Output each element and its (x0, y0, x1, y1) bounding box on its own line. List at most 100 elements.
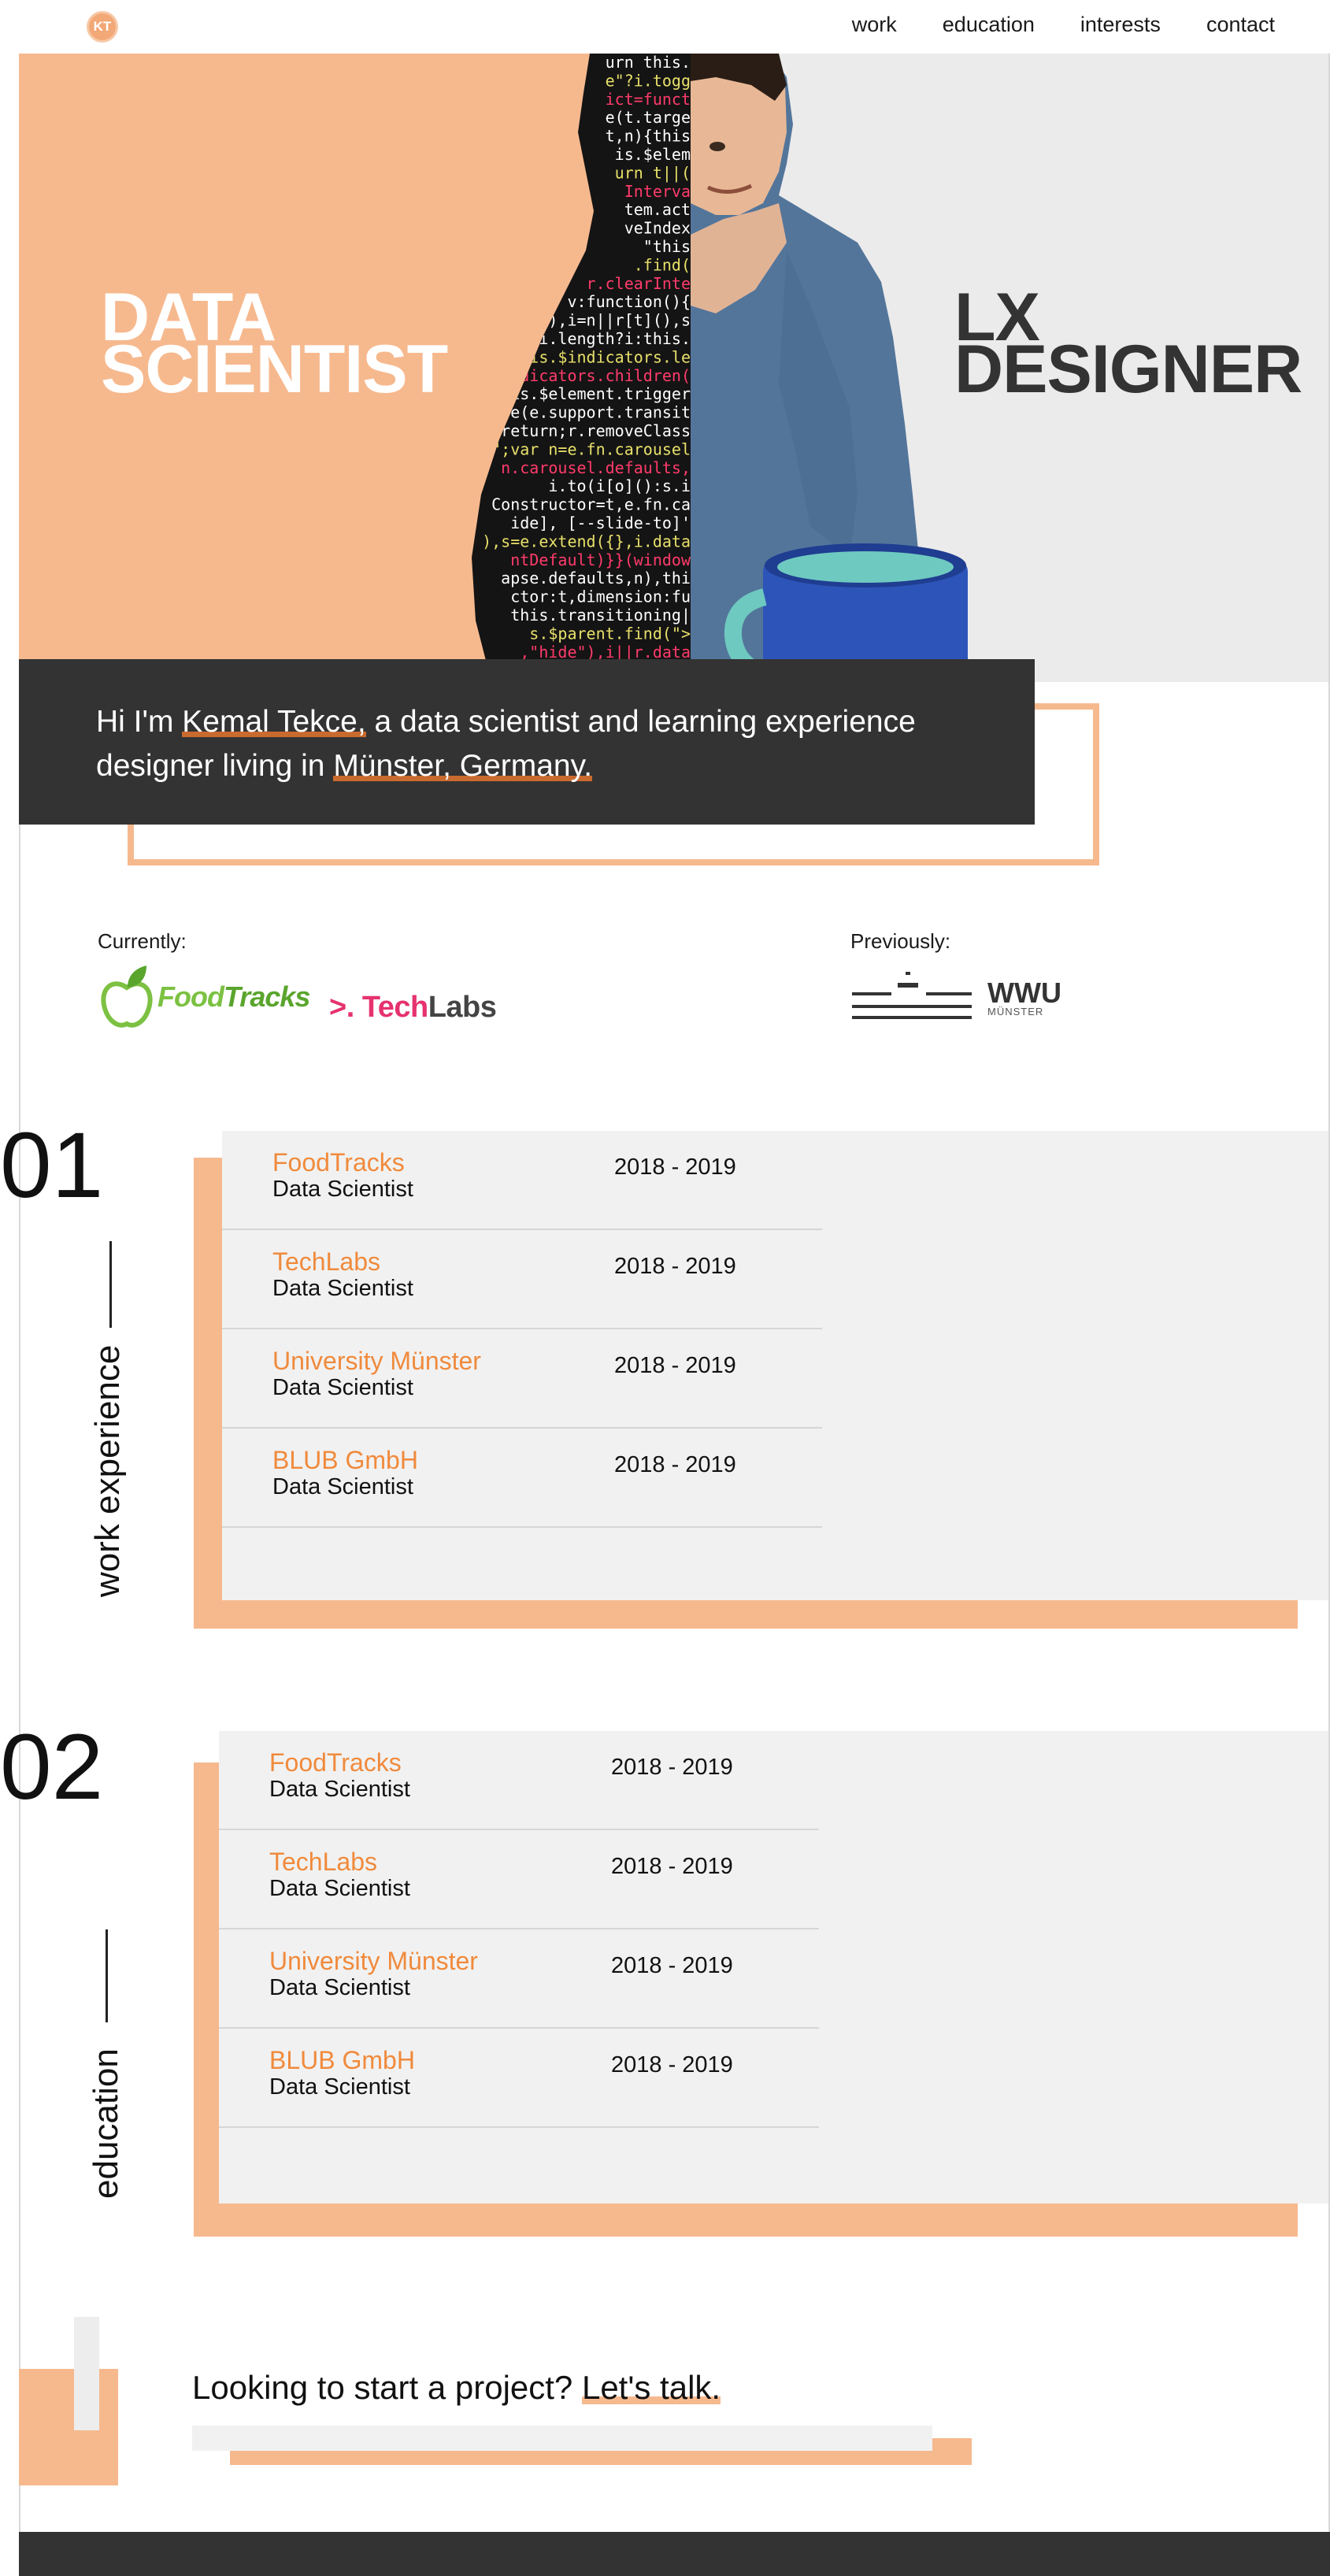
nav-links: work education interests contact (852, 13, 1275, 37)
code-line: return;r.removeClass (501, 421, 691, 440)
code-line: v:function(){ (567, 292, 691, 311)
techlabs-logo-labs: Labs (428, 991, 497, 1024)
code-line: this.$indicators.le (510, 347, 691, 366)
education-row-org: FoodTracks (269, 1748, 402, 1777)
techlabs-logo[interactable]: >. TechLabs (329, 991, 497, 1025)
cta-gray-bar (192, 2426, 932, 2451)
education-row-years: 2018 - 2019 (611, 1953, 733, 1978)
foodtracks-logo-word1: Food (157, 980, 224, 1013)
education-row-org: TechLabs (269, 1848, 377, 1876)
work-row-org: FoodTracks (272, 1148, 405, 1177)
code-line: Interva (624, 182, 691, 201)
code-line: =i.length?i:this. (529, 329, 691, 348)
work-section-number: 01 (0, 1114, 104, 1218)
nav-link-contact[interactable]: contact (1206, 13, 1275, 37)
code-line: ctor:t,dimension:fu (510, 587, 691, 606)
education-card: FoodTracks Data Scientist 2018 - 2019 Te… (219, 1731, 1328, 2203)
hero-banner: urn this. e"?i.togg ict=funct e(t.targe t,n)… (19, 54, 1328, 682)
code-line: .find( (634, 255, 691, 274)
work-row-role: Data Scientist (272, 1375, 413, 1400)
nav-link-interests[interactable]: interests (1080, 13, 1161, 37)
nav-link-education[interactable]: education (943, 13, 1035, 37)
code-line: veIndex (624, 219, 691, 238)
intro-place-highlight: Münster, Germany. (333, 749, 593, 783)
intro-greeting: Hi I'm (96, 705, 183, 739)
work-row[interactable]: FoodTracks Data Scientist 2018 - 2019 (222, 1131, 822, 1230)
education-row-years: 2018 - 2019 (611, 1755, 733, 1780)
code-line: "),i=n||r[t](),s (539, 311, 691, 330)
code-line: ";var n=e.fn.carousel (491, 439, 691, 458)
work-card: FoodTracks Data Scientist 2018 - 2019 Te… (222, 1131, 1328, 1600)
code-line: n.carousel.defaults, (501, 458, 691, 477)
code-line: tem.act (624, 200, 691, 219)
currently-label: Currently: (98, 929, 187, 953)
work-row[interactable]: TechLabs Data Scientist 2018 - 2019 (222, 1230, 822, 1329)
footer (19, 2532, 1330, 2576)
cta-orange-block (19, 2369, 118, 2485)
education-row-role: Data Scientist (269, 2074, 410, 2100)
code-line: urn t||( (615, 163, 691, 182)
code-line: ndicators.children( (510, 366, 691, 385)
code-line: "this (643, 237, 691, 256)
wwu-logo-text: WWU MÜNSTER (987, 979, 1061, 1017)
lets-talk-link[interactable]: Let's talk. (581, 2369, 721, 2406)
code-line: apse.defaults,n),thi (501, 569, 691, 587)
work-row[interactable]: BLUB GmbH Data Scientist 2018 - 2019 (222, 1429, 822, 1528)
work-row-role: Data Scientist (272, 1276, 413, 1301)
cta-question: Looking to start a project? (192, 2369, 582, 2406)
work-section-label: work experience (88, 1344, 127, 1597)
education-row-role: Data Scientist (269, 1876, 410, 1901)
mug-inner (777, 551, 954, 583)
education-row[interactable]: FoodTracks Data Scientist 2018 - 2019 (219, 1731, 819, 1830)
code-line: e(t.targe (606, 108, 691, 127)
education-section-number: 02 (0, 1715, 104, 1819)
code-line: s.$parent.find("> (529, 624, 691, 643)
education-row[interactable]: TechLabs Data Scientist 2018 - 2019 (219, 1830, 819, 1929)
intro-card: Hi I'm Kemal Tekce, a data scientist and… (19, 659, 1035, 825)
hero-title-right-line2: DESIGNER (954, 332, 1302, 407)
hero-title-left-line2: SCIENTIST (101, 332, 448, 407)
work-row-org: TechLabs (272, 1247, 380, 1276)
foodtracks-logo[interactable]: FoodTracks (99, 964, 310, 1030)
kt-logo[interactable]: KT (87, 11, 118, 43)
education-row-years: 2018 - 2019 (611, 2052, 733, 2077)
code-line: ),s=e.extend({},i.data (482, 532, 691, 550)
education-row[interactable]: University Münster Data Scientist 2018 -… (219, 1929, 819, 2029)
work-row-role: Data Scientist (272, 1177, 413, 1202)
work-row[interactable]: University Münster Data Scientist 2018 -… (222, 1329, 822, 1429)
code-line: e"?i.togg (606, 71, 691, 90)
hero-title-lx-designer: LX DESIGNER (954, 284, 1302, 407)
work-row-org: BLUB GmbH (272, 1446, 418, 1474)
code-line: ntDefault)}}(window (510, 550, 691, 569)
work-row-org: University Münster (272, 1347, 481, 1375)
education-row-org: BLUB GmbH (269, 2046, 415, 2074)
work-row-years: 2018 - 2019 (614, 1353, 736, 1378)
foodtracks-logo-word2: Tracks (223, 980, 310, 1013)
work-row-years: 2018 - 2019 (614, 1452, 736, 1477)
education-row-years: 2018 - 2019 (611, 1854, 733, 1879)
cta-text: Looking to start a project? Let's talk. (192, 2369, 721, 2407)
education-row-role: Data Scientist (269, 1777, 410, 1802)
intro-name-highlight: Kemal Tekce, (182, 705, 366, 739)
nav-link-work[interactable]: work (852, 13, 897, 37)
intro-text: Hi I'm Kemal Tekce, a data scientist and… (96, 700, 1017, 788)
code-line: is.$element.trigger (510, 384, 691, 403)
education-row-org: University Münster (269, 1947, 478, 1975)
code-line: is.$elem (615, 145, 691, 164)
code-line: this.transitioning| (510, 606, 691, 625)
work-row-years: 2018 - 2019 (614, 1254, 736, 1279)
code-line: ide], [--slide-to]' (510, 513, 691, 532)
top-nav: KT work education interests contact (0, 0, 1330, 54)
code-line: r.clearInte (587, 274, 691, 293)
education-vertical-line (106, 1929, 108, 2022)
code-line: ict=funct (606, 90, 691, 109)
wwu-logo[interactable]: WWU MÜNSTER (850, 966, 1061, 1032)
code-line: urn this. (606, 54, 691, 72)
foodtracks-logo-text: FoodTracks (157, 980, 310, 1014)
hero-portrait: urn this.e"?i.toggict=functe(t.target,n)… (472, 54, 968, 682)
education-row[interactable]: BLUB GmbH Data Scientist 2018 - 2019 (219, 2029, 819, 2128)
hero-title-data-scientist: DATA SCIENTIST (101, 284, 448, 407)
techlabs-logo-prefix: >. (329, 991, 354, 1024)
techlabs-logo-tech: Tech (361, 991, 428, 1024)
previously-label: Previously: (850, 929, 951, 953)
